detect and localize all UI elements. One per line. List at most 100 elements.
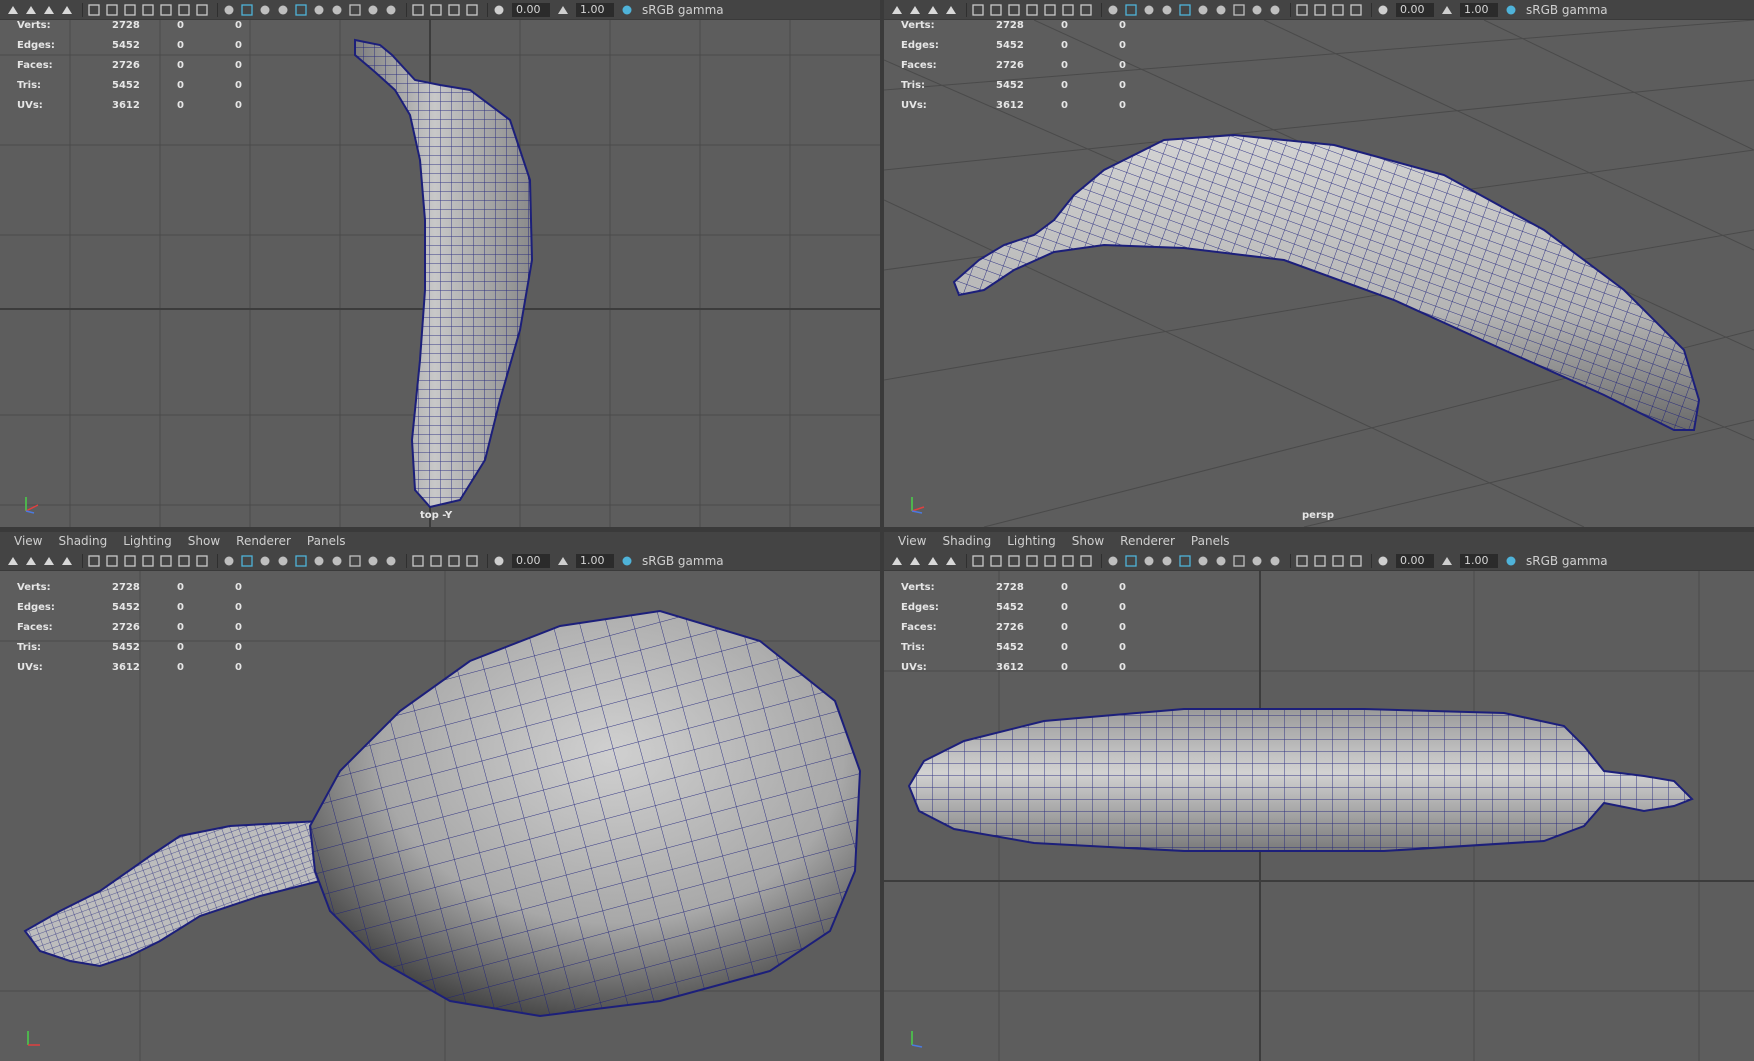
xray-joints-icon[interactable] bbox=[447, 554, 461, 568]
camera-attr-icon[interactable] bbox=[908, 554, 922, 568]
exposure-field[interactable]: 0.00 bbox=[1396, 553, 1434, 568]
colorspace-label[interactable]: sRGB gamma bbox=[1526, 554, 1608, 568]
viewport-panel-bottom-left[interactable]: View Shading Lighting Show Renderer Panels 0.… bbox=[0, 532, 880, 1061]
lights-icon[interactable] bbox=[1196, 3, 1210, 17]
backface-icon[interactable] bbox=[465, 554, 479, 568]
gate-mask-icon[interactable] bbox=[141, 554, 155, 568]
color-management-icon[interactable] bbox=[1504, 3, 1518, 17]
camera-attr-icon[interactable] bbox=[24, 554, 38, 568]
camera-icon[interactable] bbox=[6, 3, 20, 17]
resolution-gate-icon[interactable] bbox=[123, 554, 137, 568]
textured-icon[interactable] bbox=[1178, 3, 1192, 17]
backface-icon[interactable] bbox=[1349, 554, 1363, 568]
safe-action-icon[interactable] bbox=[1061, 3, 1075, 17]
safe-action-icon[interactable] bbox=[177, 554, 191, 568]
xray-icon[interactable] bbox=[429, 3, 443, 17]
isolate-select-icon[interactable] bbox=[411, 554, 425, 568]
colorspace-label[interactable]: sRGB gamma bbox=[642, 554, 724, 568]
safe-action-icon[interactable] bbox=[177, 3, 191, 17]
camera-icon[interactable] bbox=[6, 554, 20, 568]
grid-icon[interactable] bbox=[87, 3, 101, 17]
shadows-icon[interactable] bbox=[1214, 3, 1228, 17]
bookmark-icon[interactable] bbox=[926, 3, 940, 17]
exposure-icon[interactable] bbox=[1376, 554, 1390, 568]
anti-alias-icon[interactable] bbox=[1268, 554, 1282, 568]
smooth-shade-icon[interactable] bbox=[240, 554, 254, 568]
motion-blur-icon[interactable] bbox=[366, 554, 380, 568]
exposure-field[interactable]: 0.00 bbox=[512, 2, 550, 17]
shadows-icon[interactable] bbox=[330, 554, 344, 568]
camera-attr-icon[interactable] bbox=[908, 3, 922, 17]
viewport-panel-top[interactable]: 0.00 1.00 sRGB gamma top -Y Verts: 2728 … bbox=[0, 0, 880, 527]
exposure-field[interactable]: 0.00 bbox=[1396, 2, 1434, 17]
motion-blur-icon[interactable] bbox=[366, 3, 380, 17]
screen-space-ao-icon[interactable] bbox=[348, 3, 362, 17]
colorspace-label[interactable]: sRGB gamma bbox=[1526, 3, 1608, 17]
textured-icon[interactable] bbox=[294, 554, 308, 568]
image-plane-icon[interactable] bbox=[944, 3, 958, 17]
viewport-canvas[interactable]: persp bbox=[884, 19, 1754, 527]
isolate-select-icon[interactable] bbox=[1295, 554, 1309, 568]
exposure-icon[interactable] bbox=[492, 554, 506, 568]
wireframe-on-shaded-icon[interactable] bbox=[1160, 3, 1174, 17]
lights-icon[interactable] bbox=[312, 3, 326, 17]
colorspace-label[interactable]: sRGB gamma bbox=[642, 3, 724, 17]
viewport-canvas[interactable] bbox=[0, 571, 880, 1061]
safe-action-icon[interactable] bbox=[1061, 554, 1075, 568]
menu-view[interactable]: View bbox=[890, 532, 934, 551]
xray-joints-icon[interactable] bbox=[447, 3, 461, 17]
lights-icon[interactable] bbox=[1196, 554, 1210, 568]
default-material-icon[interactable] bbox=[1142, 554, 1156, 568]
field-chart-icon[interactable] bbox=[159, 3, 173, 17]
gate-mask-icon[interactable] bbox=[1025, 554, 1039, 568]
field-chart-icon[interactable] bbox=[1043, 3, 1057, 17]
safe-title-icon[interactable] bbox=[1079, 3, 1093, 17]
xray-icon[interactable] bbox=[1313, 554, 1327, 568]
anti-alias-icon[interactable] bbox=[384, 554, 398, 568]
film-gate-icon[interactable] bbox=[105, 554, 119, 568]
wireframe-icon[interactable] bbox=[222, 3, 236, 17]
image-plane-icon[interactable] bbox=[944, 554, 958, 568]
menu-lighting[interactable]: Lighting bbox=[115, 532, 180, 551]
shadows-icon[interactable] bbox=[330, 3, 344, 17]
menu-view[interactable]: View bbox=[6, 532, 50, 551]
smooth-shade-icon[interactable] bbox=[1124, 3, 1138, 17]
xray-joints-icon[interactable] bbox=[1331, 554, 1345, 568]
anti-alias-icon[interactable] bbox=[384, 3, 398, 17]
film-gate-icon[interactable] bbox=[989, 3, 1003, 17]
field-chart-icon[interactable] bbox=[1043, 554, 1057, 568]
grid-icon[interactable] bbox=[87, 554, 101, 568]
motion-blur-icon[interactable] bbox=[1250, 554, 1264, 568]
textured-icon[interactable] bbox=[1178, 554, 1192, 568]
backface-icon[interactable] bbox=[465, 3, 479, 17]
field-chart-icon[interactable] bbox=[159, 554, 173, 568]
default-material-icon[interactable] bbox=[258, 3, 272, 17]
film-gate-icon[interactable] bbox=[105, 3, 119, 17]
menu-renderer[interactable]: Renderer bbox=[228, 532, 299, 551]
gamma-icon[interactable] bbox=[556, 554, 570, 568]
gate-mask-icon[interactable] bbox=[1025, 3, 1039, 17]
screen-space-ao-icon[interactable] bbox=[348, 554, 362, 568]
exposure-icon[interactable] bbox=[1376, 3, 1390, 17]
film-gate-icon[interactable] bbox=[989, 554, 1003, 568]
wireframe-icon[interactable] bbox=[222, 554, 236, 568]
menu-show[interactable]: Show bbox=[180, 532, 228, 551]
wireframe-icon[interactable] bbox=[1106, 3, 1120, 17]
lights-icon[interactable] bbox=[312, 554, 326, 568]
isolate-select-icon[interactable] bbox=[411, 3, 425, 17]
isolate-select-icon[interactable] bbox=[1295, 3, 1309, 17]
menu-panels[interactable]: Panels bbox=[1183, 532, 1238, 551]
smooth-shade-icon[interactable] bbox=[1124, 554, 1138, 568]
smooth-shade-icon[interactable] bbox=[240, 3, 254, 17]
gamma-field[interactable]: 1.00 bbox=[1460, 553, 1498, 568]
menu-shading[interactable]: Shading bbox=[50, 532, 115, 551]
xray-icon[interactable] bbox=[1313, 3, 1327, 17]
grid-icon[interactable] bbox=[971, 554, 985, 568]
bookmark-icon[interactable] bbox=[926, 554, 940, 568]
color-management-icon[interactable] bbox=[620, 3, 634, 17]
wireframe-on-shaded-icon[interactable] bbox=[276, 3, 290, 17]
menu-shading[interactable]: Shading bbox=[934, 532, 999, 551]
viewport-panel-persp[interactable]: 0.00 1.00 sRGB gamma persp Verts: 2728 0… bbox=[884, 0, 1754, 527]
bookmark-icon[interactable] bbox=[42, 3, 56, 17]
backface-icon[interactable] bbox=[1349, 3, 1363, 17]
